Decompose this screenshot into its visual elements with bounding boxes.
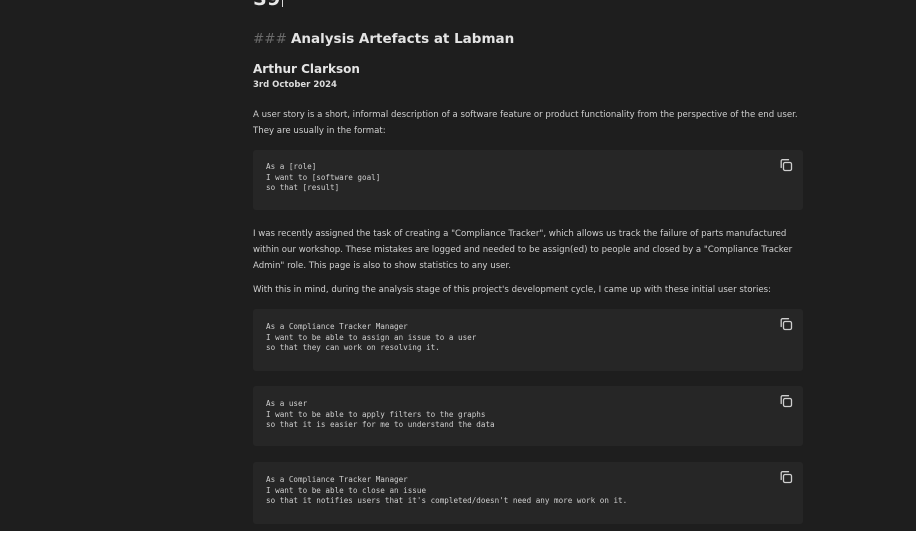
- copy-code-button[interactable]: [779, 470, 793, 484]
- section-heading: ### Analysis Artefacts at Labman: [253, 31, 514, 47]
- code-text: As a Compliance Tracker Manager I want t…: [266, 322, 477, 352]
- copy-icon: [780, 318, 793, 331]
- copy-icon: [780, 395, 793, 408]
- intro-paragraph: A user story is a short, informal descri…: [253, 110, 798, 136]
- copy-code-button[interactable]: [779, 317, 793, 331]
- code-block: As a Compliance Tracker Manager I want t…: [253, 309, 803, 371]
- publish-date: 3rd October 2024: [253, 80, 337, 90]
- author-name: Arthur Clarkson: [253, 62, 360, 76]
- context-paragraph: I was recently assigned the task of crea…: [253, 229, 793, 271]
- text-caret: [281, 0, 283, 7]
- heading-text: Analysis Artefacts at Labman: [290, 31, 515, 47]
- code-text: As a Compliance Tracker Manager I want t…: [266, 475, 628, 505]
- copy-code-button[interactable]: [779, 158, 793, 172]
- code-text: As a [role] I want to [software goal] so…: [266, 162, 381, 192]
- note-editor[interactable]: S9 ###Analysis Artefacts at Labman Arthu…: [0, 0, 916, 531]
- code-block: As a [role] I want to [software goal] so…: [253, 150, 803, 210]
- copy-icon: [780, 159, 793, 172]
- code-block: As a user I want to be able to apply fil…: [253, 386, 803, 446]
- code-block: As a Compliance Tracker Manager I want t…: [253, 462, 803, 524]
- document-title[interactable]: S9: [253, 0, 283, 10]
- copy-icon: [780, 471, 793, 484]
- copy-code-button[interactable]: [779, 394, 793, 408]
- heading-marker: ###: [253, 31, 287, 47]
- analysis-paragraph: With this in mind, during the analysis s…: [253, 285, 772, 295]
- code-text: As a user I want to be able to apply fil…: [266, 399, 495, 429]
